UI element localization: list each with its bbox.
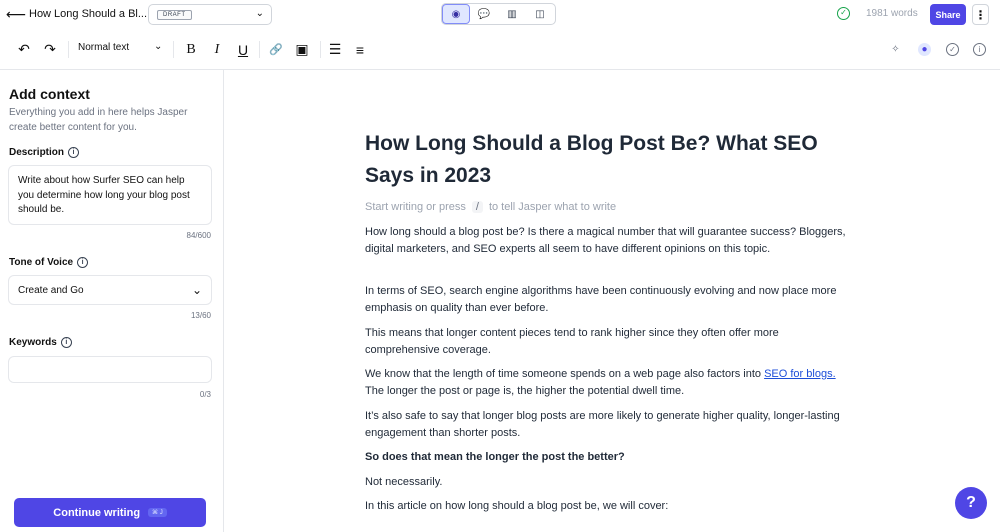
undo-icon[interactable]: ↶: [17, 41, 31, 58]
formatting-toolbar: ↶ ↷ Normal text ⌄ B I U 🔗 ▣ ☰ ≡ ✧ ● ✓ i: [0, 29, 1000, 70]
bullet-list-icon[interactable]: ☰: [328, 41, 342, 58]
chat-icon[interactable]: 💬: [470, 4, 498, 24]
paragraph[interactable]: This means that longer content pieces te…: [365, 325, 855, 359]
draft-badge: DRAFT: [157, 10, 192, 20]
divider: [259, 41, 260, 58]
keywords-input[interactable]: [8, 356, 212, 383]
description-label-text: Description: [9, 147, 65, 158]
document-title[interactable]: How Long Should a Bl...: [29, 8, 147, 20]
bold-icon[interactable]: B: [184, 41, 198, 58]
sidebar-title: Add context: [9, 86, 90, 102]
sidebar-icon[interactable]: ◫: [526, 4, 554, 24]
italic-icon[interactable]: I: [210, 41, 224, 58]
text-format-select[interactable]: Normal text: [78, 42, 129, 53]
tone-label-text: Tone of Voice: [9, 257, 74, 268]
chevron-down-icon: ⌄: [255, 8, 264, 19]
placeholder-start: Start writing or press: [365, 201, 466, 213]
paragraph-bold[interactable]: So does that mean the longer the post th…: [365, 449, 855, 466]
description-textarea[interactable]: Write about how Surfer SEO can help you …: [8, 165, 212, 225]
info-icon[interactable]: i: [68, 147, 80, 158]
sparkle-icon[interactable]: ✧: [889, 43, 902, 56]
check-circle-icon[interactable]: ✓: [946, 43, 959, 56]
continue-writing-label: Continue writing: [53, 506, 141, 519]
divider: [320, 41, 321, 58]
divider: [68, 41, 69, 58]
tone-counter: 13/60: [190, 311, 211, 320]
tone-label: Tone of Voice i: [9, 257, 89, 268]
top-bar: ⟵ How Long Should a Bl... DRAFT ⌄ ◉ 💬 ▥ …: [0, 0, 1000, 29]
info-icon[interactable]: i: [973, 43, 986, 56]
paragraph[interactable]: We know that the length of time someone …: [365, 366, 855, 400]
tone-of-voice-select[interactable]: Create and Go ⌄: [8, 275, 212, 305]
stats-icon[interactable]: ▥: [498, 4, 526, 24]
link-icon[interactable]: 🔗: [268, 41, 284, 58]
paragraph[interactable]: How long should a blog post be? Is there…: [365, 224, 855, 258]
divider: [173, 41, 174, 58]
redo-icon[interactable]: ↷: [43, 41, 57, 58]
slash-key: /: [471, 201, 483, 213]
editor-placeholder[interactable]: Start writing or press / to tell Jasper …: [365, 201, 616, 213]
underline-icon[interactable]: U: [236, 41, 250, 58]
image-icon[interactable]: ▣: [294, 41, 310, 58]
info-icon[interactable]: i: [77, 257, 89, 268]
paragraph-text: The longer the post or page is, the high…: [365, 385, 685, 397]
paragraph[interactable]: It’s also safe to say that longer blog p…: [365, 408, 855, 442]
status-dropdown[interactable]: DRAFT ⌄: [148, 4, 272, 25]
paragraph[interactable]: Not necessarily.: [365, 474, 855, 491]
document-editor[interactable]: How Long Should a Blog Post Be? What SEO…: [225, 70, 1000, 532]
more-options-icon[interactable]: ⋮: [972, 4, 989, 25]
context-sidebar: Add context Everything you add in here h…: [0, 70, 224, 532]
seo-for-blogs-link[interactable]: SEO for blogs.: [764, 368, 836, 380]
description-label: Description i: [9, 147, 80, 158]
chevron-down-icon: ⌄: [191, 283, 202, 297]
paragraph[interactable]: In terms of SEO, search engine algorithm…: [365, 283, 855, 317]
tone-value: Create and Go: [18, 285, 84, 296]
keywords-label-text: Keywords: [9, 337, 57, 348]
help-button[interactable]: ?: [955, 487, 987, 519]
numbered-list-icon[interactable]: ≡: [353, 41, 367, 58]
paragraph-text: We know that the length of time someone …: [365, 368, 765, 380]
placeholder-end: to tell Jasper what to write: [488, 201, 617, 213]
share-button[interactable]: Share: [930, 4, 966, 25]
keywords-label: Keywords i: [9, 337, 72, 348]
continue-writing-button[interactable]: Continue writing ⌘ J: [14, 498, 206, 527]
chevron-down-icon[interactable]: ⌄: [154, 41, 162, 52]
info-icon[interactable]: i: [60, 337, 72, 348]
keyboard-shortcut: ⌘ J: [148, 508, 167, 517]
view-toggle: ◉ 💬 ▥ ◫: [441, 3, 556, 25]
document-heading[interactable]: How Long Should a Blog Post Be? What SEO…: [365, 128, 835, 192]
saved-check-icon: ✓: [837, 7, 850, 20]
keywords-counter: 0/3: [199, 390, 211, 399]
sidebar-subtitle: Everything you add in here helps Jasper …: [9, 107, 188, 133]
description-counter: 84/600: [186, 231, 211, 240]
grammarly-icon[interactable]: ●: [918, 43, 931, 56]
paragraph[interactable]: In this article on how long should a blo…: [365, 498, 855, 515]
back-arrow-icon[interactable]: ⟵: [6, 6, 26, 22]
eye-icon[interactable]: ◉: [442, 4, 470, 24]
word-count: 1981 words: [866, 8, 918, 19]
